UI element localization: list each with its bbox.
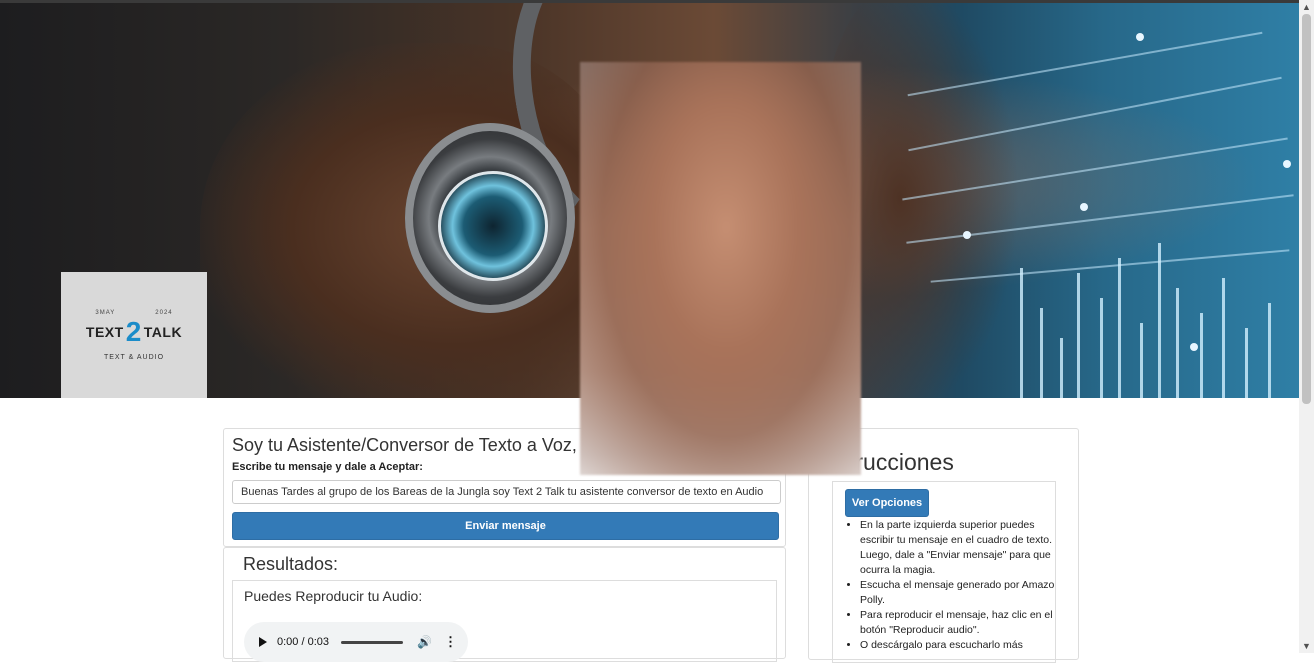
message-input[interactable] xyxy=(232,480,781,504)
logo-word-talk: TALK xyxy=(143,323,183,340)
data-bar xyxy=(1060,338,1063,398)
data-point xyxy=(1190,343,1198,351)
play-icon[interactable] xyxy=(259,637,267,647)
data-bar xyxy=(1077,273,1080,398)
audio-time: 0:00 / 0:03 xyxy=(277,636,329,648)
page-scrollbar[interactable]: ▲ ▼ xyxy=(1299,0,1314,653)
view-options-button[interactable]: Ver Opciones xyxy=(845,489,929,517)
send-message-button[interactable]: Enviar mensaje xyxy=(232,512,779,540)
data-bar xyxy=(1158,243,1161,398)
text2talk-logo: 3MAY 2024 TEXT 2 TALK TEXT & AUDIO xyxy=(61,272,207,398)
data-bar xyxy=(1100,298,1103,398)
data-bar xyxy=(1140,323,1143,398)
data-point xyxy=(963,231,971,239)
message-label: Escribe tu mensaje y dale a Aceptar: xyxy=(232,461,423,473)
scroll-down-icon[interactable]: ▼ xyxy=(1299,639,1314,653)
data-bar xyxy=(1222,278,1225,398)
data-bar xyxy=(1200,313,1203,398)
audio-label: Puedes Reproducir tu Audio: xyxy=(244,588,423,604)
data-bar xyxy=(1176,288,1179,398)
scroll-up-icon[interactable]: ▲ xyxy=(1299,0,1314,14)
data-point xyxy=(1283,160,1291,168)
instructions-box: Ver Opciones En la parte izquierda super… xyxy=(832,481,1056,663)
data-bar xyxy=(1268,303,1271,398)
instruction-item: En la parte izquierda superior puedes es… xyxy=(860,518,1055,578)
logo-word-text: TEXT xyxy=(85,323,124,340)
audio-box: Puedes Reproducir tu Audio: 0:00 / 0:03 … xyxy=(232,580,777,662)
instruction-item: O descárgalo para escucharlo más xyxy=(860,638,1055,653)
results-panel: Resultados: Puedes Reproducir tu Audio: … xyxy=(223,547,786,662)
instructions-title: trucciones xyxy=(849,449,954,475)
scrollbar-thumb[interactable] xyxy=(1302,14,1311,404)
data-point xyxy=(1080,203,1088,211)
more-options-icon[interactable]: ⋮ xyxy=(444,634,457,650)
headphone-earcup-screen xyxy=(438,171,548,281)
assistant-title: Soy tu Asistente/Conversor de Texto a Vo… xyxy=(232,435,577,455)
data-bar xyxy=(1245,328,1248,398)
data-point xyxy=(1136,33,1144,41)
volume-icon[interactable]: 🔊 xyxy=(417,635,432,649)
instructions-list: En la parte izquierda superior puedes es… xyxy=(843,518,1055,653)
audio-player[interactable]: 0:00 / 0:03 🔊 ⋮ xyxy=(244,622,468,662)
instruction-item: Para reproducir el mensaje, haz clic en … xyxy=(860,608,1055,638)
audio-progress-track[interactable] xyxy=(341,640,403,644)
blurred-face-region xyxy=(580,62,861,475)
logo-number: 2 xyxy=(125,315,142,347)
instruction-item: Escucha el mensaje generado por Amazon P… xyxy=(860,578,1055,608)
logo-left-text: 3MAY xyxy=(95,309,116,316)
data-bar xyxy=(1118,258,1121,398)
data-bar xyxy=(1020,268,1023,398)
logo-subtitle: TEXT & AUDIO xyxy=(103,353,165,361)
results-title: Resultados: xyxy=(243,554,339,574)
data-bar xyxy=(1040,308,1043,398)
logo-right-text: 2024 xyxy=(155,309,173,316)
